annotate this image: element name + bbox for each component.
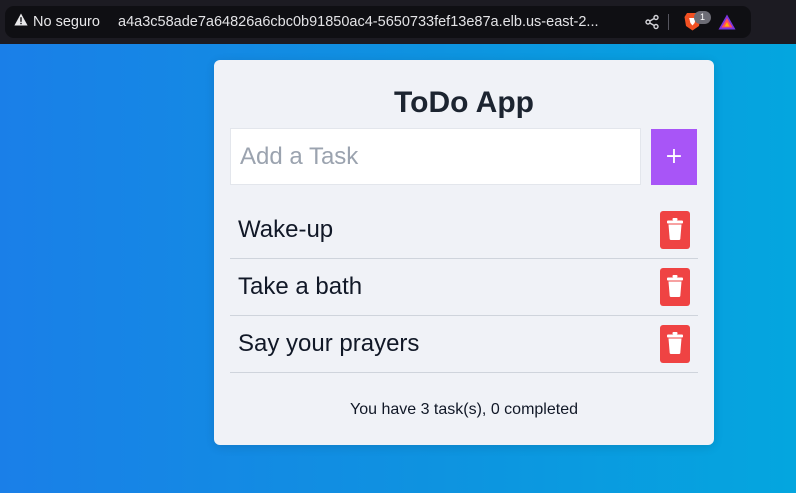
toolbar-separator	[668, 14, 669, 30]
brave-rewards-icon[interactable]	[718, 14, 736, 35]
security-label: No seguro	[33, 14, 100, 30]
todo-card: ToDo App + Wake-up Take a bath	[214, 60, 714, 445]
address-bar[interactable]: No seguro a4a3c58ade7a64826a6cbc0b91850a…	[5, 6, 751, 38]
trash-icon	[666, 217, 684, 244]
trash-icon	[666, 274, 684, 301]
shields-count-badge: 1	[694, 11, 711, 24]
delete-task-button[interactable]	[660, 268, 690, 306]
security-indicator[interactable]: No seguro	[14, 13, 100, 31]
add-task-input[interactable]	[230, 128, 641, 185]
trash-icon	[666, 331, 684, 358]
browser-toolbar: No seguro a4a3c58ade7a64826a6cbc0b91850a…	[0, 0, 796, 44]
task-label[interactable]: Take a bath	[238, 272, 362, 302]
delete-task-button[interactable]	[660, 325, 690, 363]
task-summary: You have 3 task(s), 0 completed	[350, 401, 578, 418]
delete-task-button[interactable]	[660, 211, 690, 249]
plus-icon: +	[664, 144, 684, 169]
task-item[interactable]: Say your prayers	[230, 316, 698, 373]
task-list: Wake-up Take a bath Say your prayers	[230, 202, 698, 373]
share-icon[interactable]	[644, 14, 660, 35]
app-title: ToDo App	[394, 86, 534, 119]
task-item[interactable]: Take a bath	[230, 259, 698, 316]
url-text[interactable]: a4a3c58ade7a64826a6cbc0b91850ac4-5650733…	[118, 14, 638, 30]
add-task-button[interactable]: +	[651, 129, 697, 185]
warning-icon	[14, 13, 28, 31]
task-item[interactable]: Wake-up	[230, 202, 698, 259]
task-label[interactable]: Say your prayers	[238, 329, 419, 359]
task-label[interactable]: Wake-up	[238, 215, 333, 245]
